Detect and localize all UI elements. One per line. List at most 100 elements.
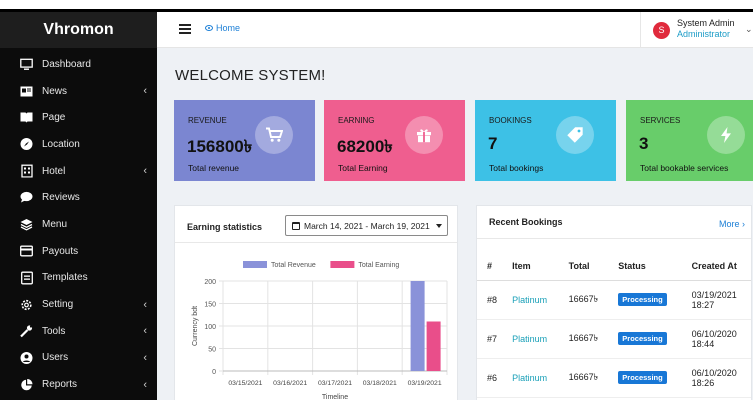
created-time: 18:44 [691,338,715,349]
more-label[interactable]: More [719,219,740,229]
stat-description: Total revenue [188,163,240,173]
bar [410,281,425,371]
breadcrumb[interactable]: Home [205,23,240,33]
more-link[interactable]: More › [719,219,745,229]
stat-card-revenue[interactable]: REVENUE 156800৳ Total revenue [174,100,315,181]
sidebar-item-hotel[interactable]: Hotel ‹ [0,158,157,185]
sidebar-item-tools[interactable]: Tools ‹ [0,318,157,345]
chevron-left-icon: ‹ [143,298,147,311]
sidebar-item-label: Payouts [42,245,79,257]
gift-icon [405,116,443,154]
breadcrumb-home[interactable]: Home [216,23,240,33]
bookings-table: # Item Total Status Created At #8 Platinum 166… [477,252,751,398]
sidebar-item-location[interactable]: Location [0,131,157,158]
sidebar-item-label: Page [42,112,66,124]
sidebar-item-users[interactable]: Users ‹ [0,345,157,372]
sidebar-item-label: Tools [42,325,66,337]
status-badge: Processing [618,293,667,306]
column-header: Item [502,252,559,281]
table-row[interactable]: #6 Platinum 16667৳ Processing 06/10/2020 18:2… [477,358,751,398]
item-link[interactable]: Platinum [512,334,547,344]
user-name: System Admin [677,18,735,28]
stat-card-bookings[interactable]: BOOKINGS 7 Total bookings [475,100,616,181]
stat-value: 68200৳ [337,137,393,156]
column-header: Total [558,252,609,281]
item-link[interactable]: Platinum [512,295,547,305]
sidebar-item-templates[interactable]: Templates [0,265,157,292]
stat-title: EARNING [338,116,375,125]
sidebar-item-setting[interactable]: Setting ‹ [0,291,157,318]
tag-icon [556,116,594,154]
stat-card-earning[interactable]: EARNING 68200৳ Total Earning [324,100,465,181]
bolt-icon [707,116,745,154]
chevron-down-icon[interactable]: ⌄ [745,24,753,35]
sidebar-item-label: Dashboard [42,58,91,70]
sidebar-item-label: Reviews [42,192,80,204]
legend-swatch [243,261,267,268]
created-date: 06/10/2020 [691,328,737,339]
sidebar: Vhromon Dashboard News ‹ Page Location Hotel ‹… [0,12,157,400]
date-range-label: March 14, 2021 - March 19, 2021 [304,220,430,231]
y-tick-label: 100 [204,324,216,331]
date-range-picker[interactable]: March 14, 2021 - March 19, 2021 [285,215,448,236]
stat-title: REVENUE [188,116,227,125]
avatar[interactable]: S [653,22,670,39]
booking-created-at: 03/19/2021 18:27 [681,280,751,320]
x-axis-label: Timeline [322,394,348,400]
sidebar-item-payouts[interactable]: Payouts [0,238,157,265]
x-tick-label: 03/16/2021 [273,380,307,387]
wrench-icon [20,325,33,338]
calendar-icon [292,221,300,230]
sidebar-item-label: Setting [42,299,74,311]
comment-icon [20,191,33,204]
x-tick-label: 03/19/2021 [408,380,442,387]
stat-card-services[interactable]: SERVICES 3 Total bookable services [626,100,753,181]
main-content: WELCOME SYSTEM! REVENUE 156800৳ Total reve… [157,48,753,400]
booking-item[interactable]: Platinum [502,319,559,359]
sidebar-item-reports[interactable]: Reports ‹ [0,371,157,398]
sidebar-item-label: Templates [42,272,88,284]
booking-item[interactable]: Platinum [502,358,559,398]
created-date: 06/10/2020 [691,367,737,378]
y-tick-label: 200 [204,279,216,286]
legend-swatch [330,261,355,268]
layers-icon [20,218,33,231]
stat-value: 7 [488,134,498,153]
table-row[interactable]: #7 Platinum 16667৳ Processing 06/10/2020 18:4… [477,319,751,359]
stat-value: 3 [639,134,649,153]
sidebar-item-page[interactable]: Page [0,104,157,131]
top-header: Home S System Admin Administrator ⌄ [157,12,753,48]
page-title: WELCOME SYSTEM! [175,67,326,84]
compass-icon [20,138,33,151]
book-icon [20,111,33,124]
sidebar-item-label: Hotel [42,165,66,177]
chevron-left-icon: ‹ [143,351,147,364]
booking-created-at: 06/10/2020 18:26 [681,358,751,398]
booking-item[interactable]: Platinum [502,280,559,320]
menu-toggle-icon[interactable] [179,24,191,34]
sidebar-item-label: Menu [42,218,68,230]
building-icon [20,164,33,178]
table-row[interactable]: #8 Platinum 16667৳ Processing 03/19/2021 18:2… [477,280,751,320]
recent-bookings-card: Recent Bookings More › # Item Total Status C… [476,205,752,400]
y-axis-label: Currency bdt [192,306,199,346]
app-logo[interactable]: Vhromon [0,12,157,48]
sidebar-item-label: Reports [42,379,78,391]
booking-id: #7 [477,319,503,359]
sidebar-item-menu[interactable]: Menu [0,211,157,238]
chevron-right-icon: › [742,219,745,229]
user-menu[interactable]: S System Admin Administrator ⌄ [640,12,753,48]
chevron-left-icon: ‹ [143,165,147,178]
earning-chart: 0 50 100 150 200 03/15/2021 03/16/2021 03/17/20… [192,261,448,400]
sidebar-item-label: Users [42,352,69,364]
created-time: 18:26 [691,377,715,388]
item-link[interactable]: Platinum [512,373,547,383]
sidebar-item-news[interactable]: News ‹ [0,78,157,105]
stat-value: 156800৳ [187,137,253,156]
sidebar-item-reviews[interactable]: Reviews [0,184,157,211]
top-strip [0,0,753,9]
stat-description: Total bookings [489,163,544,173]
sidebar-item-dashboard[interactable]: Dashboard [0,51,157,78]
y-tick-label: 150 [204,302,216,309]
stat-description: Total bookable services [640,163,729,173]
